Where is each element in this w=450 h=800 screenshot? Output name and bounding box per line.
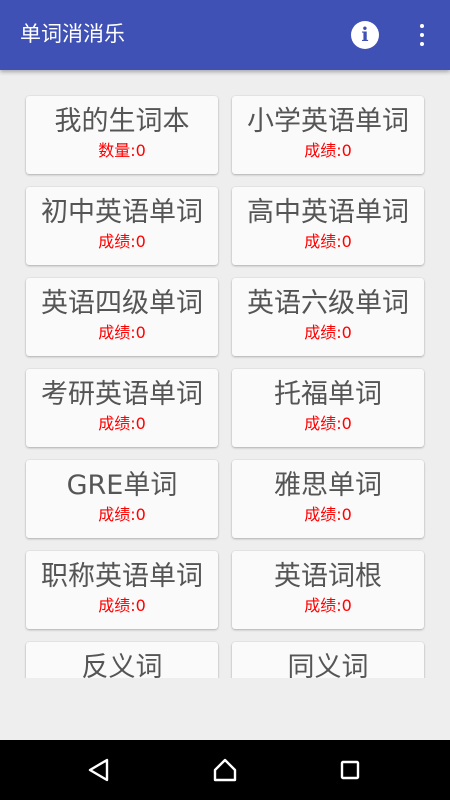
- back-triangle-icon[interactable]: [84, 755, 114, 785]
- word-book-name: 英语四级单词: [41, 288, 203, 319]
- word-book-name: GRE单词: [66, 470, 178, 501]
- word-book-score: 成绩:0: [304, 505, 352, 524]
- word-book-score: 成绩:0: [98, 505, 146, 524]
- word-book-score: 成绩:0: [304, 414, 352, 433]
- system-navigation-bar: [0, 740, 450, 800]
- info-button[interactable]: i: [351, 21, 379, 49]
- word-book-card[interactable]: 反义词: [26, 642, 218, 678]
- word-book-name: 职称英语单词: [41, 561, 203, 592]
- more-vert-icon: [420, 24, 424, 28]
- app-bar: 单词消消乐 i: [0, 0, 450, 70]
- word-book-card[interactable]: 雅思单词 成绩:0: [232, 460, 424, 538]
- word-book-card[interactable]: 英语六级单词 成绩:0: [232, 278, 424, 356]
- home-icon[interactable]: [210, 755, 240, 785]
- word-list-content: 我的生词本 数量:0 小学英语单词 成绩:0 初中英语单词 成绩:0 高中英语单…: [0, 70, 450, 678]
- word-book-card[interactable]: 考研英语单词 成绩:0: [26, 369, 218, 447]
- word-book-score: 成绩:0: [98, 596, 146, 615]
- word-book-name: 英语六级单词: [247, 288, 409, 319]
- word-book-name: 我的生词本: [54, 106, 190, 137]
- word-book-name: 小学英语单词: [247, 106, 409, 137]
- word-book-name: 反义词: [81, 652, 163, 678]
- word-book-name: 初中英语单词: [41, 197, 203, 228]
- more-options-button[interactable]: [412, 22, 432, 48]
- word-book-card[interactable]: 英语四级单词 成绩:0: [26, 278, 218, 356]
- word-book-score: 成绩:0: [98, 232, 146, 251]
- more-vert-icon-dot: [420, 33, 424, 37]
- word-book-name: 托福单词: [274, 379, 382, 410]
- app-title: 单词消消乐: [20, 22, 125, 46]
- word-book-score: 成绩:0: [304, 232, 352, 251]
- word-book-card[interactable]: GRE单词 成绩:0: [26, 460, 218, 538]
- more-vert-icon-dot: [420, 42, 424, 46]
- word-book-name: 考研英语单词: [41, 379, 203, 410]
- word-book-card[interactable]: 小学英语单词 成绩:0: [232, 96, 424, 174]
- word-book-score: 成绩:0: [304, 596, 352, 615]
- word-book-name: 雅思单词: [274, 470, 382, 501]
- word-book-card[interactable]: 英语词根 成绩:0: [232, 551, 424, 629]
- word-book-card[interactable]: 同义词: [232, 642, 424, 678]
- word-book-card[interactable]: 高中英语单词 成绩:0: [232, 187, 424, 265]
- word-book-card[interactable]: 我的生词本 数量:0: [26, 96, 218, 174]
- word-book-score: 成绩:0: [98, 414, 146, 433]
- recents-square-icon[interactable]: [335, 755, 365, 785]
- word-book-score: 数量:0: [98, 141, 146, 160]
- word-book-card[interactable]: 初中英语单词 成绩:0: [26, 187, 218, 265]
- info-icon: i: [361, 23, 369, 46]
- word-book-card[interactable]: 托福单词 成绩:0: [232, 369, 424, 447]
- word-book-score: 成绩:0: [98, 323, 146, 342]
- word-book-grid: 我的生词本 数量:0 小学英语单词 成绩:0 初中英语单词 成绩:0 高中英语单…: [26, 96, 424, 678]
- word-book-name: 高中英语单词: [247, 197, 409, 228]
- word-book-card[interactable]: 职称英语单词 成绩:0: [26, 551, 218, 629]
- word-book-score: 成绩:0: [304, 141, 352, 160]
- word-book-name: 英语词根: [274, 561, 382, 592]
- word-book-score: 成绩:0: [304, 323, 352, 342]
- word-book-name: 同义词: [287, 652, 369, 678]
